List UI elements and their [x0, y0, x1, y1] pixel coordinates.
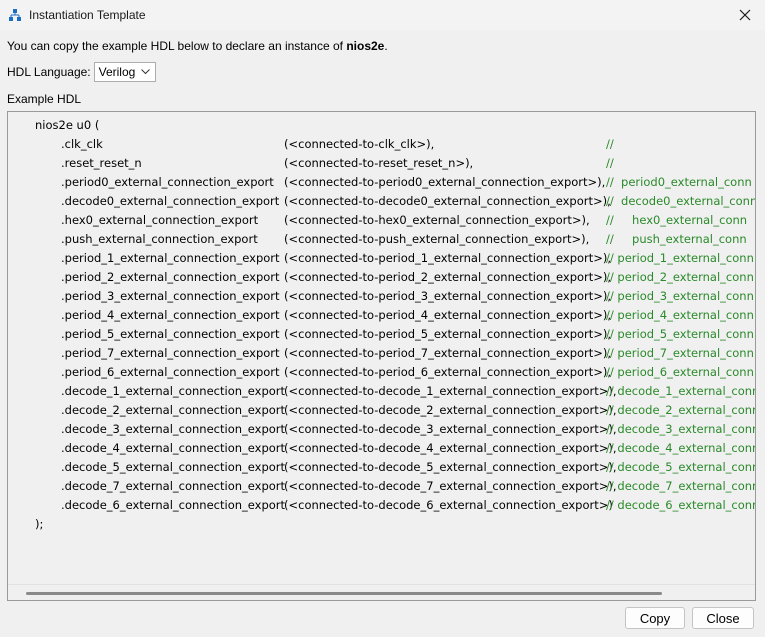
- window-close-button[interactable]: [725, 0, 765, 30]
- port-connection: (<connected-to-period_5_external_connect…: [284, 327, 612, 341]
- hierarchy-icon: [9, 9, 21, 21]
- intro-text: You can copy the example HDL below to de…: [7, 39, 388, 53]
- port-connection: (<connected-to-decode_2_external_connect…: [284, 403, 617, 417]
- port-name: .period0_external_connection_export: [61, 175, 274, 189]
- port-comment: // decode_1_external_conn: [606, 384, 755, 398]
- port-comment: // period_7_external_conn: [606, 346, 754, 360]
- port-comment: // decode0_external_conn: [606, 194, 755, 208]
- port-connection: (<connected-to-period_7_external_connect…: [284, 346, 612, 360]
- example-hdl-text-area[interactable]: nios2e u0 ( .clk_clk (<connected-to-clk_c…: [7, 111, 756, 601]
- port-name: .reset_reset_n: [61, 156, 142, 170]
- port-comment: // hex0_external_conn: [606, 213, 748, 227]
- hdl-language-row: HDL Language: Verilog: [7, 61, 157, 83]
- port-name: .hex0_external_connection_export: [61, 213, 259, 227]
- port-name: .period_4_external_connection_export: [61, 308, 280, 322]
- port-name: .decode_5_external_connection_export: [61, 460, 286, 474]
- window-title: Instantiation Template: [29, 8, 146, 22]
- port-connection: (<connected-to-push_external_connection_…: [284, 232, 590, 246]
- port-name: .decode_6_external_connection_export: [61, 498, 286, 512]
- port-connection: (<connected-to-period_6_external_connect…: [284, 365, 612, 379]
- port-comment: // period_5_external_conn: [606, 327, 754, 341]
- port-comment: // decode_6_external_conn: [606, 498, 755, 512]
- hdl-language-label: HDL Language:: [7, 65, 91, 79]
- port-comment: // push_external_conn: [606, 232, 747, 246]
- port-comment: // decode_2_external_conn: [606, 403, 755, 417]
- port-connection: (<connected-to-clk_clk>),: [284, 137, 435, 151]
- hdl-language-value: Verilog: [98, 65, 136, 79]
- port-connection: (<connected-to-period_4_external_connect…: [284, 308, 612, 322]
- chevron-down-icon: [141, 69, 151, 75]
- port-connection: (<connected-to-decode_6_external_connect…: [284, 498, 613, 512]
- port-comment: // decode_7_external_conn: [606, 479, 755, 493]
- port-connection: (<connected-to-period_3_external_connect…: [284, 289, 612, 303]
- port-name: .period_6_external_connection_export: [61, 365, 280, 379]
- port-name: .period_5_external_connection_export: [61, 327, 280, 341]
- close-icon: [739, 9, 751, 21]
- port-comment: // decode_5_external_conn: [606, 460, 755, 474]
- code-viewport[interactable]: nios2e u0 ( .clk_clk (<connected-to-clk_c…: [8, 112, 755, 584]
- port-connection: (<connected-to-decode_3_external_connect…: [284, 422, 617, 436]
- port-connection: (<connected-to-decode_7_external_connect…: [284, 479, 617, 493]
- example-hdl-label: Example HDL: [7, 92, 82, 106]
- port-name: .period_2_external_connection_export: [61, 270, 280, 284]
- port-name: .decode_4_external_connection_export: [61, 441, 286, 455]
- port-connection: (<connected-to-decode_4_external_connect…: [284, 441, 617, 455]
- port-name: .decode_1_external_connection_export: [61, 384, 286, 398]
- port-name: .decode_2_external_connection_export: [61, 403, 286, 417]
- port-name: .decode_7_external_connection_export: [61, 479, 286, 493]
- port-comment: //: [606, 156, 614, 170]
- port-connection: (<connected-to-period_2_external_connect…: [284, 270, 612, 284]
- port-comment: // period_4_external_conn: [606, 308, 754, 322]
- copy-button[interactable]: Copy: [625, 607, 685, 629]
- module-name: nios2e: [346, 39, 385, 53]
- port-comment: // period_6_external_conn: [606, 365, 754, 379]
- port-connection: (<connected-to-decode0_external_connecti…: [284, 194, 611, 208]
- port-name: .period_3_external_connection_export: [61, 289, 280, 303]
- port-connection: (<connected-to-decode_5_external_connect…: [284, 460, 617, 474]
- close-button[interactable]: Close: [692, 607, 754, 629]
- port-comment: // period_1_external_conn: [606, 251, 754, 265]
- port-comment: // period0_external_conn: [606, 175, 752, 189]
- port-name: .clk_clk: [61, 137, 103, 151]
- title-bar: Instantiation Template: [0, 0, 765, 30]
- hdl-language-select[interactable]: Verilog: [93, 62, 157, 82]
- port-connection: (<connected-to-period0_external_connecti…: [284, 175, 606, 189]
- port-connection: (<connected-to-period_1_external_connect…: [284, 251, 612, 265]
- code-header: nios2e u0 (: [35, 118, 100, 132]
- port-name: .decode_3_external_connection_export: [61, 422, 286, 436]
- scrollbar-thumb[interactable]: [26, 592, 662, 595]
- port-name: .push_external_connection_export: [61, 232, 258, 246]
- port-name: .decode0_external_connection_export: [61, 194, 280, 208]
- port-comment: // period_2_external_conn: [606, 270, 754, 284]
- port-comment: //: [606, 137, 614, 151]
- port-comment: // decode_4_external_conn: [606, 441, 755, 455]
- port-connection: (<connected-to-reset_reset_n>),: [284, 156, 474, 170]
- port-comment: // decode_3_external_conn: [606, 422, 755, 436]
- port-connection: (<connected-to-decode_1_external_connect…: [284, 384, 617, 398]
- port-connection: (<connected-to-hex0_external_connection_…: [284, 213, 590, 227]
- port-name: .period_7_external_connection_export: [61, 346, 280, 360]
- code-footer: );: [35, 517, 44, 531]
- horizontal-scrollbar[interactable]: [8, 584, 755, 600]
- port-name: .period_1_external_connection_export: [61, 251, 280, 265]
- port-comment: // period_3_external_conn: [606, 289, 754, 303]
